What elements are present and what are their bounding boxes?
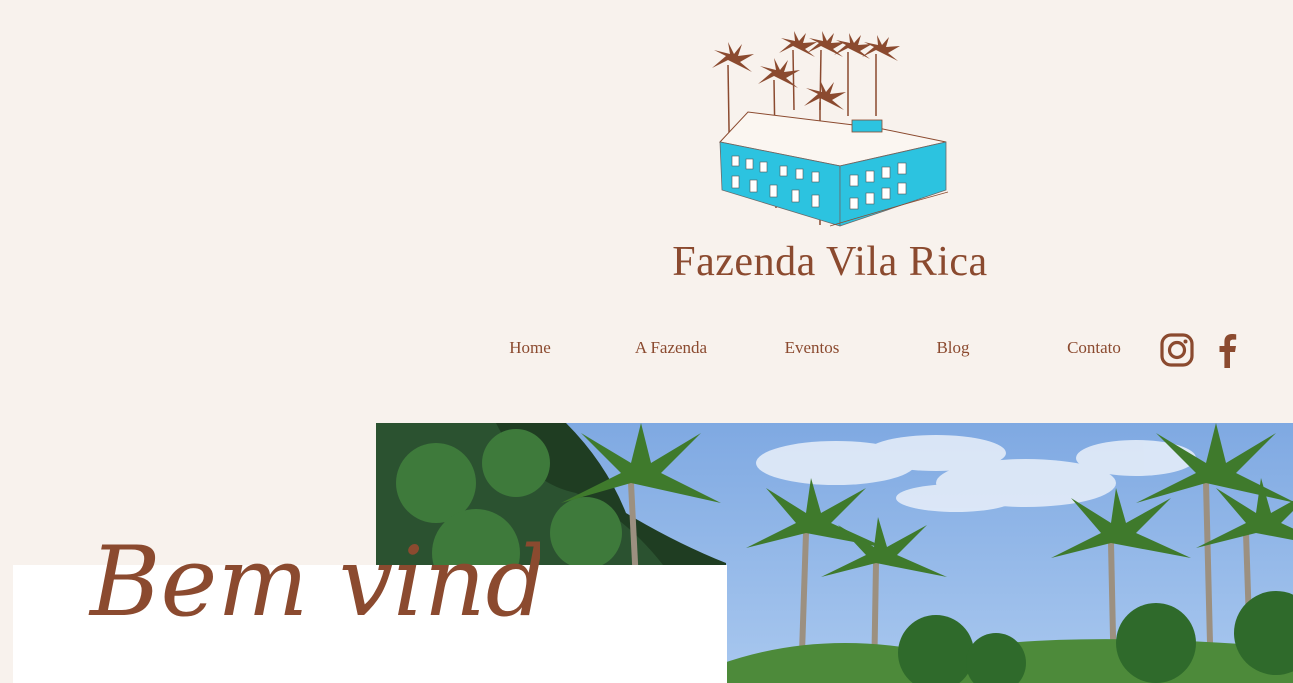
nav-item-a-fazenda[interactable]: A Fazenda [601,338,741,358]
nav-item-blog[interactable]: Blog [883,338,1023,358]
brand-title[interactable]: Fazenda Vila Rica [600,238,1060,286]
instagram-icon[interactable] [1159,331,1195,369]
welcome-text: Bem vindo [88,526,540,638]
welcome-heading: Bem vindo [88,526,540,638]
nav-item-home[interactable]: Home [460,338,600,358]
nav-item-eventos[interactable]: Eventos [742,338,882,358]
nav-item-contato[interactable]: Contato [1024,338,1164,358]
facebook-icon[interactable] [1209,331,1245,369]
farmhouse-palms-logo-icon[interactable] [700,30,960,230]
